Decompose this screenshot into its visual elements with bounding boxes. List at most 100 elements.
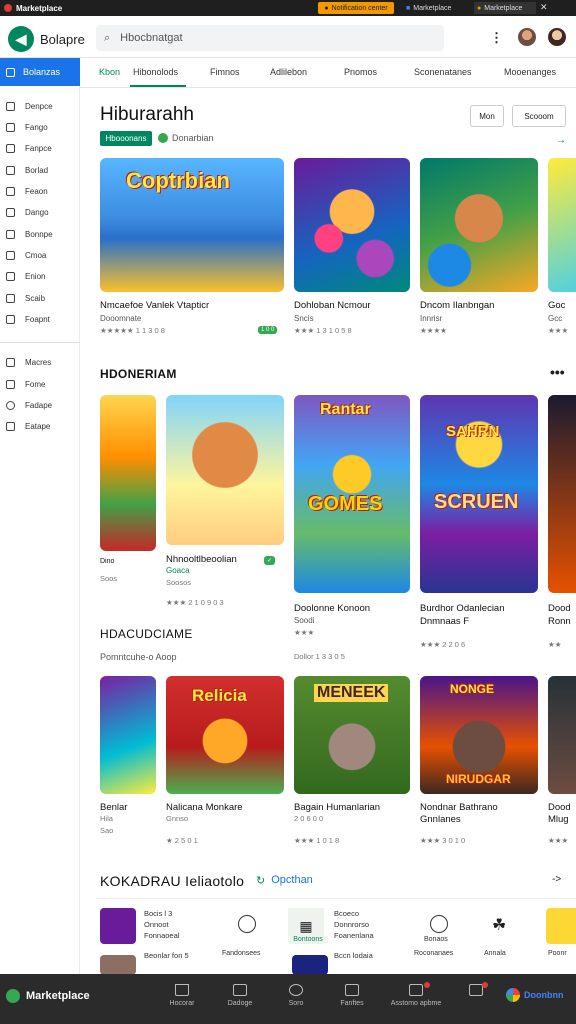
sidebar-item[interactable]: Fango xyxy=(0,117,80,137)
game-title[interactable]: Doolonne Konoon xyxy=(294,603,370,614)
clock-icon[interactable] xyxy=(238,915,256,933)
nav-icon xyxy=(6,314,15,324)
game-card-image[interactable]: Rantar GOMES xyxy=(294,395,410,593)
dock-item-apps[interactable]: Soro xyxy=(266,984,326,1007)
app-icon[interactable] xyxy=(546,908,576,944)
game-title[interactable]: Nalicana Monkare xyxy=(166,802,243,813)
game-title[interactable]: Bagain Humanlarian xyxy=(294,802,380,813)
sidebar-item[interactable]: Denpce xyxy=(0,96,80,116)
notification-pill[interactable]: ● Notification center xyxy=(318,2,394,14)
section-link[interactable]: ↻ Opcthan xyxy=(256,874,313,887)
arrow-right-icon[interactable]: → xyxy=(556,135,566,146)
browser-tab-1[interactable]: ■ Marketplace xyxy=(406,2,468,14)
game-title[interactable]: Nhnooltlbeoolian xyxy=(166,554,237,565)
line: Bocis l 3 xyxy=(144,909,173,918)
more-button[interactable]: Mon xyxy=(470,105,504,127)
status-badge[interactable]: Hbooonans xyxy=(100,131,152,146)
arrow-right-icon[interactable]: -> xyxy=(552,874,561,885)
game-card-image[interactable] xyxy=(100,676,156,794)
tab-hibonolods[interactable]: Hibonolods xyxy=(133,67,178,77)
game-title[interactable]: Dohloban Ncmour xyxy=(294,300,371,311)
sidebar-item[interactable]: Bonnpe xyxy=(0,224,80,244)
sidebar-item[interactable]: Eatape xyxy=(0,416,80,436)
game-title[interactable]: Dncom Ilanbngan xyxy=(420,300,494,311)
game-title[interactable]: Nmcaefoe Vanlek Vtapticr xyxy=(100,300,209,311)
sidebar-item[interactable]: Cmoa xyxy=(0,245,80,265)
dock-item-account[interactable]: Asstomo apbme xyxy=(386,984,446,1007)
os-app-label[interactable]: Marketplace xyxy=(4,4,62,13)
dock-brand[interactable]: Marketplace xyxy=(6,989,90,1003)
dock-item-home[interactable]: Hocorar xyxy=(152,984,212,1007)
app-icon[interactable] xyxy=(100,955,136,975)
sidebar-item[interactable]: Enion xyxy=(0,266,80,286)
search-input[interactable]: Hbocbnatgat xyxy=(120,32,182,44)
sidebar-item-active[interactable]: Bolanzas xyxy=(0,58,80,86)
game-card-image[interactable] xyxy=(548,395,576,593)
tab-mooenanges[interactable]: Mooenanges xyxy=(504,67,556,77)
kebab-menu-icon[interactable]: ⋮ xyxy=(490,30,503,46)
game-card-image[interactable] xyxy=(100,395,156,551)
tab-adlilebon[interactable]: Adlilebon xyxy=(270,67,307,77)
list-item-text[interactable]: Bcoeco Donnrorso Foanenlana xyxy=(334,908,374,941)
game-card-image[interactable] xyxy=(548,158,576,292)
sidebar-item[interactable]: Macres xyxy=(0,352,80,372)
list-item-label[interactable]: Fandonsees xyxy=(222,950,261,957)
game-card-image[interactable]: Coptrbian xyxy=(100,158,284,292)
game-title[interactable]: Dood xyxy=(548,802,571,813)
game-card-image[interactable]: MENEEK xyxy=(294,676,410,794)
game-card-image[interactable] xyxy=(420,158,538,292)
list-item-label[interactable]: Roconanaes xyxy=(414,950,453,957)
dock-account[interactable]: Doonbnn xyxy=(506,988,564,1002)
compass-icon[interactable] xyxy=(430,915,448,933)
dock-item-games[interactable]: Dadoge xyxy=(210,984,270,1007)
sidebar-item[interactable]: Dango xyxy=(0,202,80,222)
browser-tab-2[interactable]: ● Marketplace xyxy=(474,2,536,14)
list-item-label[interactable]: Bonaos xyxy=(424,936,448,943)
sidebar-item[interactable]: Scaib xyxy=(0,288,80,308)
game-card-image[interactable]: Relicia xyxy=(166,676,284,794)
more-icon[interactable]: ••• xyxy=(550,364,565,380)
sidebar-item[interactable]: Fanpce xyxy=(0,138,80,158)
sidebar-item[interactable]: Feaon xyxy=(0,181,80,201)
category-tabs: Kbon Hibonolods Fimnos Adlilebon Pnomos … xyxy=(80,58,576,88)
sidebar-item[interactable]: Borlad xyxy=(0,160,80,180)
game-card-image[interactable] xyxy=(548,676,576,794)
sidebar-item[interactable]: Fadape xyxy=(0,395,80,415)
tab-fimnos[interactable]: Fimnos xyxy=(210,67,240,77)
sidebar-item[interactable]: Foapnt xyxy=(0,309,80,329)
app-logo-icon[interactable]: ◀ xyxy=(8,26,34,52)
tab-kbon[interactable]: Kbon xyxy=(99,67,120,77)
game-title[interactable]: Burdhor Odanlecian xyxy=(420,603,505,614)
search-box[interactable]: ⌕ Hbocbnatgat xyxy=(96,25,444,51)
game-card-image[interactable] xyxy=(166,395,284,545)
sidebar-label: Cmoa xyxy=(25,250,47,260)
game-title[interactable]: Dood xyxy=(548,603,571,614)
list-item-text[interactable]: Bccn lodaia xyxy=(334,950,373,961)
game-card-image[interactable]: SAHRN SCRUEN xyxy=(420,395,538,593)
game-title[interactable]: Benlar xyxy=(100,802,127,813)
game-card-image[interactable] xyxy=(294,158,410,292)
dock-item-offers[interactable]: Fanftes xyxy=(322,984,382,1007)
app-icon[interactable] xyxy=(100,908,136,944)
list-item-text[interactable]: Bocis l 3 Onnoot Fonnaoeal xyxy=(144,908,179,941)
list-item-label[interactable]: Bontoons xyxy=(288,936,328,943)
puzzle-icon[interactable]: ☘ xyxy=(492,915,506,935)
game-title[interactable]: Goc xyxy=(548,300,565,311)
list-item-label[interactable]: Poonr xyxy=(548,950,567,957)
app-icon[interactable] xyxy=(292,955,328,975)
close-icon[interactable]: ✕ xyxy=(540,2,548,13)
subtitle-text: Donarbian xyxy=(172,133,214,143)
list-item-text[interactable]: Beonlar fon 5 xyxy=(144,950,189,961)
tab-pnomos[interactable]: Pnomos xyxy=(344,67,377,77)
game-title[interactable]: Dino xyxy=(100,558,114,565)
list-item-label[interactable]: Annala xyxy=(484,950,506,957)
game-card-image[interactable]: NONGE NIRUDGAR xyxy=(420,676,538,794)
dock-item-notifications[interactable] xyxy=(446,984,506,1000)
avatar-secondary[interactable] xyxy=(548,28,566,46)
sidebar-item[interactable]: Fome xyxy=(0,374,80,394)
tab-sconenatanes[interactable]: Sconenatanes xyxy=(414,67,472,77)
scroll-button[interactable]: Scooom xyxy=(512,105,566,127)
sidebar-label: Fango xyxy=(25,122,48,132)
game-title[interactable]: Nondnar Bathrano xyxy=(420,802,498,813)
avatar[interactable] xyxy=(518,28,536,46)
